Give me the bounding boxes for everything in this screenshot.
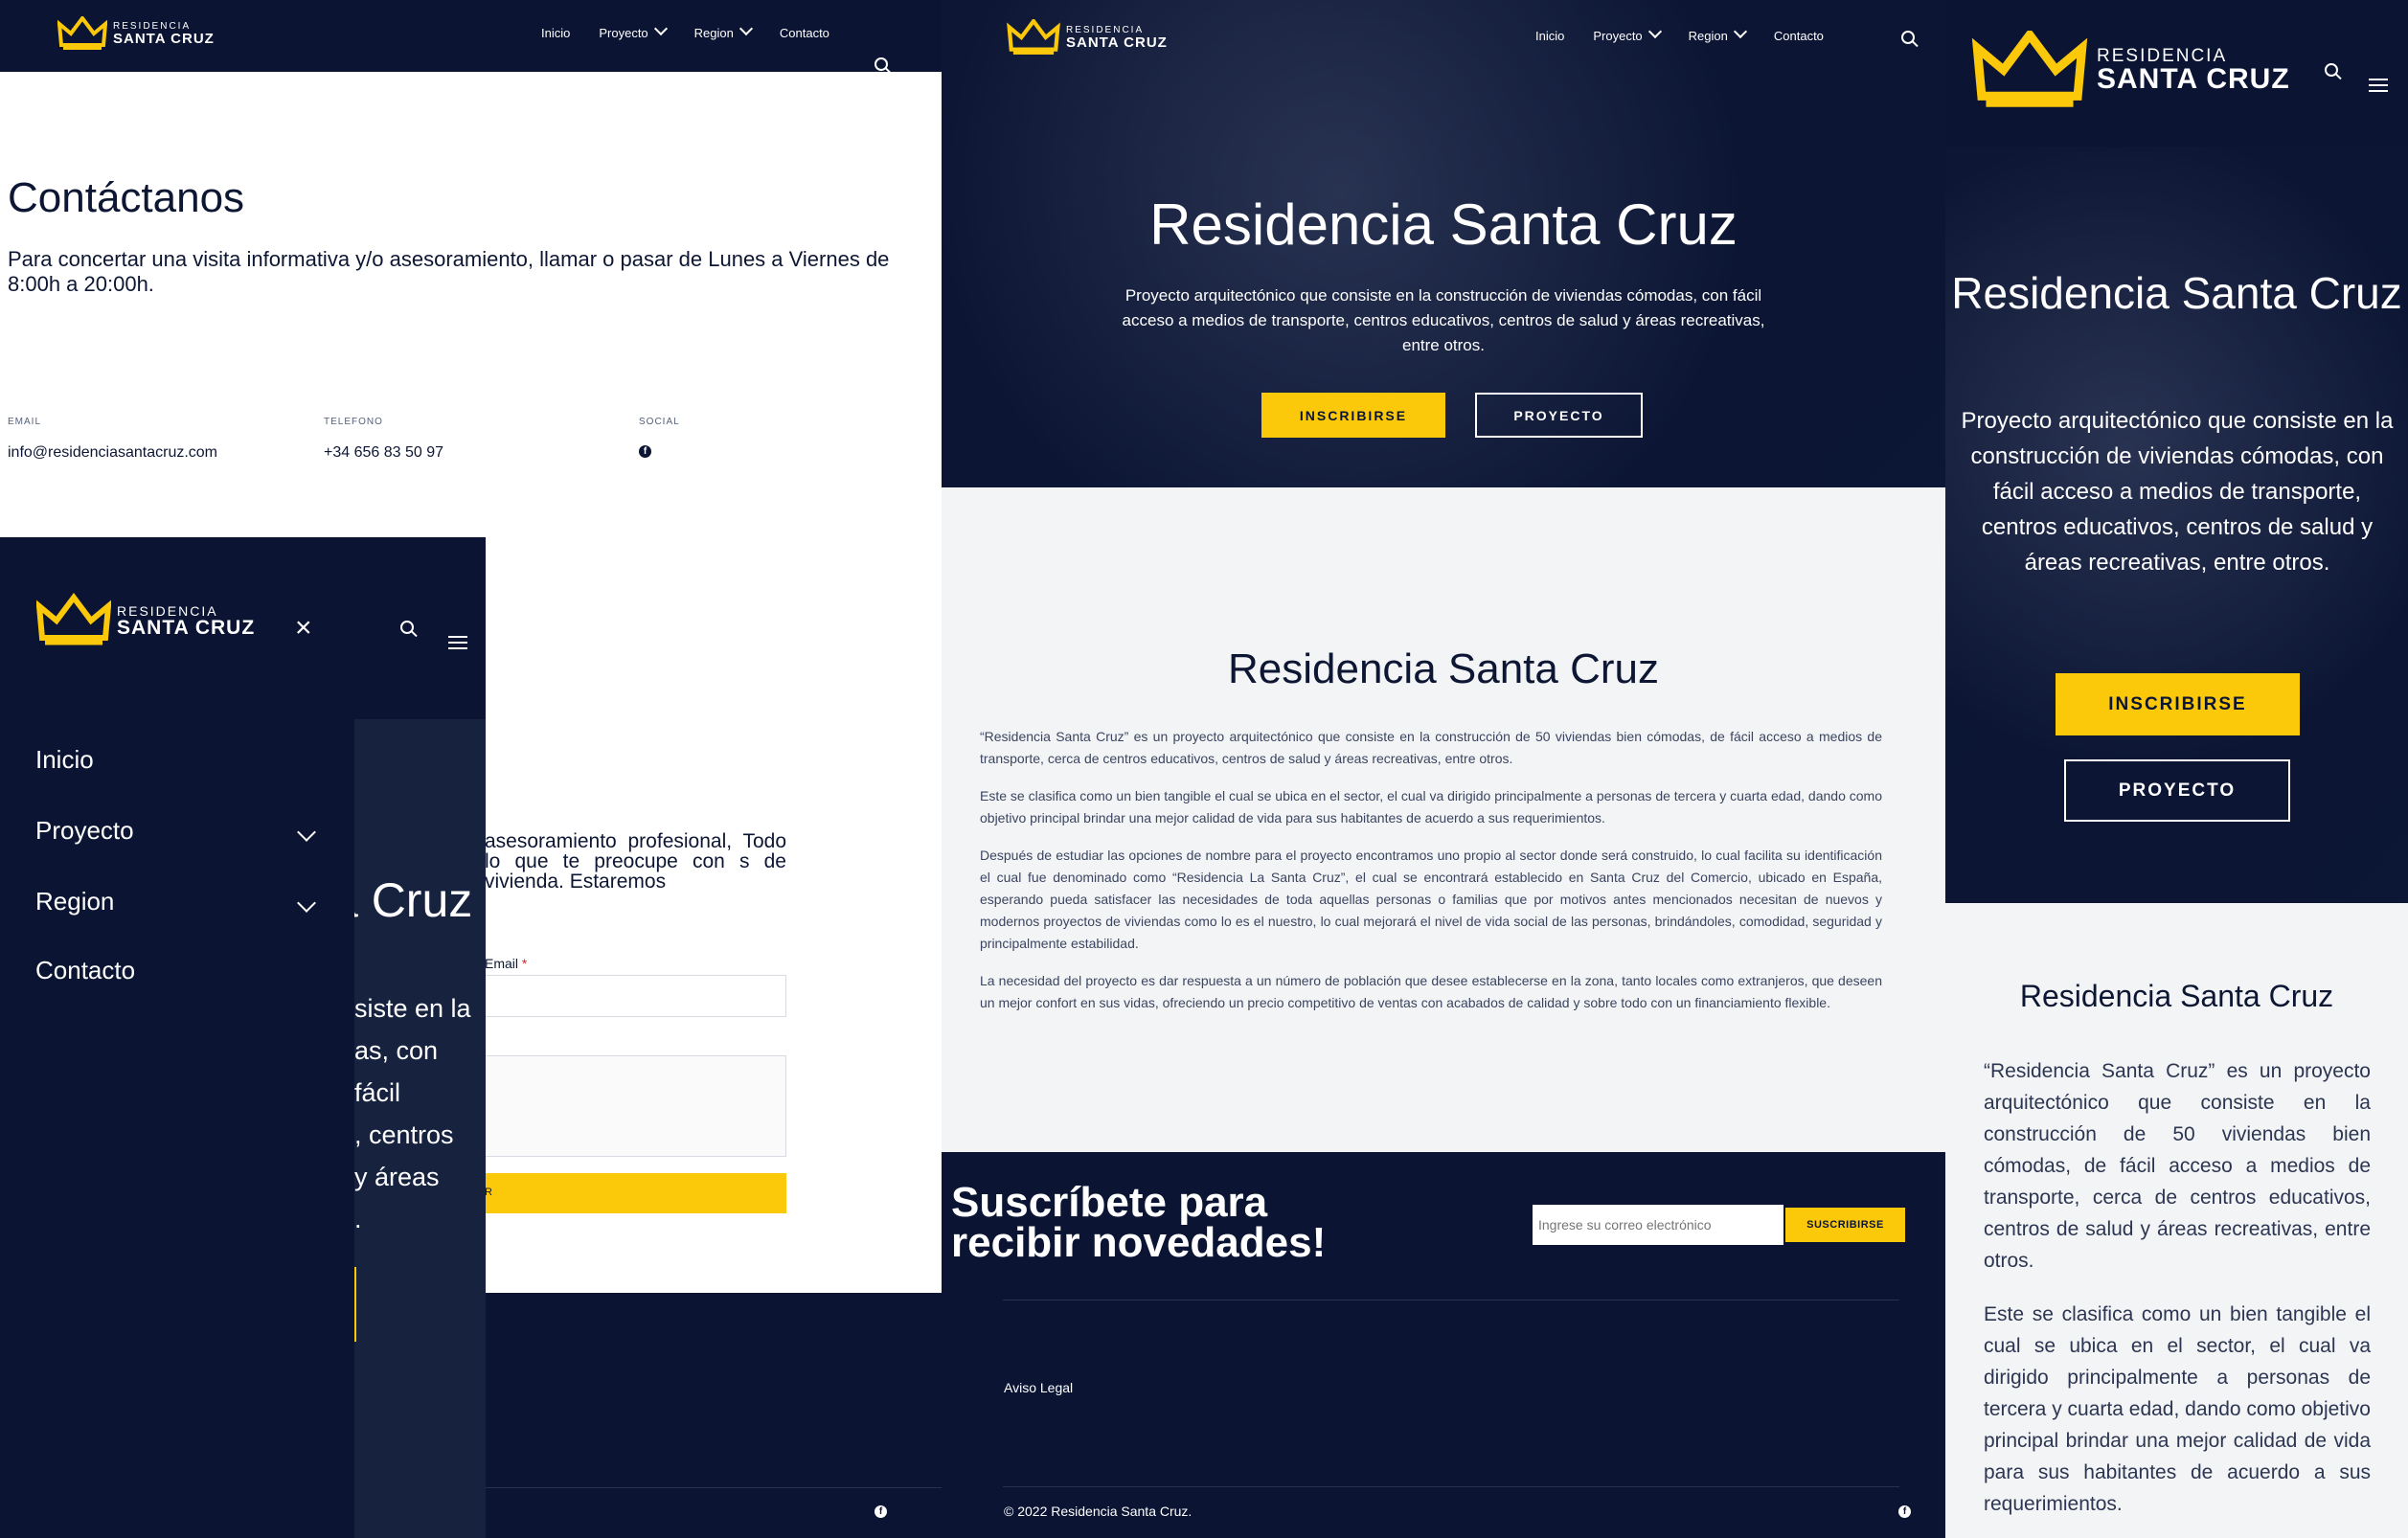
footer-divider xyxy=(1003,1486,1899,1487)
mobile-home: RESIDENCIA SANTA CRUZ Residencia Santa Cr… xyxy=(1945,0,2408,1538)
aviso-legal-link[interactable]: Aviso Legal xyxy=(1004,1380,1073,1395)
search-icon[interactable] xyxy=(1901,31,1915,44)
page-title: Contáctanos xyxy=(8,174,245,221)
menu-item-inicio[interactable]: Inicio xyxy=(35,745,94,775)
search-icon[interactable] xyxy=(400,621,414,634)
close-icon[interactable]: × xyxy=(295,614,312,643)
search-icon[interactable] xyxy=(875,57,888,71)
subscribe-button[interactable]: SUSCRIBIRSE xyxy=(1785,1208,1905,1242)
brand-big: SANTA CRUZ xyxy=(1066,34,1168,51)
brand-small: RESIDENCIA xyxy=(113,20,192,32)
proyecto-button[interactable]: PROYECTO xyxy=(1475,393,1643,438)
mobile-about-title: Residencia Santa Cruz xyxy=(2019,979,2334,1013)
chevron-down-icon xyxy=(1733,24,1747,39)
nav-contacto[interactable]: Contacto xyxy=(1774,29,1824,43)
nav-proyecto[interactable]: Proyecto xyxy=(599,21,668,40)
newsletter-email-input[interactable] xyxy=(1533,1205,1783,1245)
newsletter-title: Suscríbete para recibir novedades! xyxy=(951,1179,1327,1266)
brand-small: RESIDENCIA xyxy=(117,602,218,619)
hero-title: Residencia Santa Cruz xyxy=(1149,192,1738,257)
brand-small: RESIDENCIA xyxy=(1066,24,1145,35)
logo[interactable]: RESIDENCIA SANTA CRUZ xyxy=(1007,19,1168,56)
home-page: RESIDENCIA SANTA CRUZ Inicio Proyecto Reg… xyxy=(942,0,1945,1538)
mobile-hero-title: Residencia Santa Cruz xyxy=(1951,268,2402,318)
about-paragraph: Este se clasifica como un bien tangible … xyxy=(980,788,1882,826)
social-label: SOCIAL xyxy=(639,417,680,427)
brand-small: RESIDENCIA xyxy=(2097,45,2228,66)
phone-value[interactable]: +34 656 83 50 97 xyxy=(324,444,443,462)
inscribirse-button[interactable]: INSCRIBIRSE xyxy=(1261,393,1445,438)
email-label: EMAIL xyxy=(8,417,42,427)
about-paragraph: La necesidad del proyecto es dar respues… xyxy=(980,973,1882,1010)
about-text: “Residencia Santa Cruz” es un proyecto a… xyxy=(980,726,1882,1014)
search-icon[interactable] xyxy=(2325,63,2338,77)
mobile-header: RESIDENCIA SANTA CRUZ xyxy=(1945,0,2408,147)
nav-inicio[interactable]: Inicio xyxy=(541,26,570,40)
contact-intro: Para concertar una visita informativa y/… xyxy=(8,247,890,296)
mobile-about-p1: “Residencia Santa Cruz” es un proyecto a… xyxy=(1984,1060,2371,1272)
hero-subtitle: Proyecto arquitectónico que consiste en … xyxy=(1122,286,1765,354)
header-bar: RESIDENCIA SANTA CRUZ Inicio Proyecto Reg… xyxy=(0,0,942,72)
menu-item-region[interactable]: Region xyxy=(35,887,316,916)
newsletter-section: Suscríbete pararecibir novedades! SUSCRI… xyxy=(942,1152,1945,1538)
mobile-hero: Residencia Santa Cruz Proyecto arquitect… xyxy=(1945,147,2408,903)
facebook-icon[interactable]: f xyxy=(875,1505,887,1518)
inscribirse-button[interactable]: INSCRIBIRSE xyxy=(2056,673,2300,735)
menu-drawer: Inicio Proyecto Region Contacto xyxy=(0,719,354,1538)
chevron-down-icon xyxy=(738,21,753,36)
about-title: Residencia Santa Cruz xyxy=(1227,645,1659,692)
phone-label: TELEFONO xyxy=(324,417,383,427)
brand-big: SANTA CRUZ xyxy=(113,30,215,47)
chevron-down-icon xyxy=(653,21,668,36)
email-field[interactable] xyxy=(485,975,786,1017)
submit-button[interactable]: R xyxy=(485,1173,786,1213)
contact-partial-text: asesoramiento profesional, Todo lo que t… xyxy=(485,830,786,893)
crown-icon xyxy=(36,593,111,645)
facebook-icon[interactable]: f xyxy=(639,445,651,458)
nav-region[interactable]: Region xyxy=(694,21,753,40)
nav-region[interactable]: Region xyxy=(1689,24,1747,43)
form-email-label: Email * xyxy=(485,956,528,971)
about-paragraph: “Residencia Santa Cruz” es un proyecto a… xyxy=(980,729,1882,766)
mobile-menu-panel: RESIDENCIA SANTA CRUZ × a Cruz siste en l… xyxy=(0,537,486,1538)
crown-icon xyxy=(57,16,107,50)
hero-lines: siste en la as, con fácil, centros y áreas… xyxy=(354,994,471,1233)
chevron-down-icon xyxy=(297,893,316,913)
nav-inicio[interactable]: Inicio xyxy=(1535,29,1564,43)
footer-divider xyxy=(1003,1300,1899,1301)
about-paragraph: Después de estudiar las opciones de nomb… xyxy=(980,848,1882,951)
hero: RESIDENCIA SANTA CRUZ Inicio Proyecto Reg… xyxy=(942,0,1945,487)
chevron-down-icon xyxy=(1647,24,1662,39)
footer-divider xyxy=(486,1487,942,1488)
nav-proyecto[interactable]: Proyecto xyxy=(1593,24,1662,43)
copyright: © 2022 Residencia Santa Cruz. xyxy=(1004,1504,1193,1519)
hamburger-icon[interactable] xyxy=(2369,79,2388,92)
message-field[interactable] xyxy=(485,1055,786,1157)
menu-item-proyecto[interactable]: Proyecto xyxy=(35,816,316,846)
mobile-about-p2: Este se clasifica como un bien tangible … xyxy=(1984,1303,2371,1515)
crown-icon xyxy=(1971,31,2088,107)
chevron-down-icon xyxy=(297,823,316,842)
brand-big: SANTA CRUZ xyxy=(117,616,256,639)
contact-footer: f xyxy=(486,1293,942,1538)
logo[interactable]: RESIDENCIA SANTA CRUZ xyxy=(57,16,215,51)
hamburger-icon[interactable] xyxy=(448,636,467,649)
email-value[interactable]: info@residenciasantacruz.com xyxy=(8,444,217,462)
logo[interactable]: RESIDENCIA SANTA CRUZ xyxy=(36,592,255,649)
crown-icon xyxy=(1007,19,1060,55)
brand-big: SANTA CRUZ xyxy=(2097,62,2290,95)
menu-item-contacto[interactable]: Contacto xyxy=(35,956,135,985)
logo[interactable]: RESIDENCIA SANTA CRUZ xyxy=(1968,31,2290,109)
facebook-icon[interactable]: f xyxy=(1898,1505,1911,1518)
mobile-hero-text: Proyecto arquitectónico que consiste en … xyxy=(1961,408,2394,576)
nav-contacto[interactable]: Contacto xyxy=(780,26,829,40)
proyecto-button[interactable]: PROYECTO xyxy=(2064,759,2290,822)
